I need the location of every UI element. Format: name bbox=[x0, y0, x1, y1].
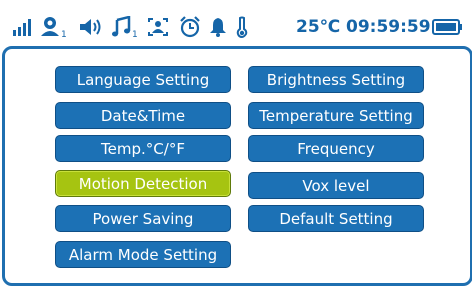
menu-date-time[interactable]: Date&Time bbox=[55, 102, 231, 129]
camera-switch-icon bbox=[146, 16, 170, 38]
bell-icon bbox=[206, 16, 230, 38]
music-icon: 1 bbox=[112, 16, 140, 38]
menu-power-saving[interactable]: Power Saving bbox=[55, 205, 231, 232]
menu-alarm-mode-setting[interactable]: Alarm Mode Setting bbox=[55, 241, 231, 268]
menu-language-setting[interactable]: Language Setting bbox=[55, 66, 231, 93]
music-sub-label: 1 bbox=[132, 30, 138, 38]
menu-motion-detection[interactable]: Motion Detection bbox=[55, 170, 231, 197]
battery-icon bbox=[432, 16, 464, 38]
menu-temperature-setting[interactable]: Temperature Setting bbox=[248, 102, 424, 129]
camera-user-icon: 1 bbox=[40, 16, 70, 38]
menu-temp-unit[interactable]: Temp.°C/°F bbox=[55, 135, 231, 162]
thermometer-icon bbox=[232, 16, 252, 38]
menu-frequency[interactable]: Frequency bbox=[248, 135, 424, 162]
signal-icon bbox=[12, 16, 34, 38]
menu-brightness-setting[interactable]: Brightness Setting bbox=[248, 66, 424, 93]
alarm-clock-icon bbox=[178, 16, 202, 38]
speaker-icon bbox=[78, 16, 106, 38]
temperature-readout: 25℃ bbox=[296, 17, 341, 37]
clock-readout: 09:59:59 bbox=[346, 17, 431, 37]
menu-vox-level[interactable]: Vox level bbox=[248, 172, 424, 199]
menu-default-setting[interactable]: Default Setting bbox=[248, 205, 424, 232]
camera-sub-label: 1 bbox=[61, 30, 67, 38]
